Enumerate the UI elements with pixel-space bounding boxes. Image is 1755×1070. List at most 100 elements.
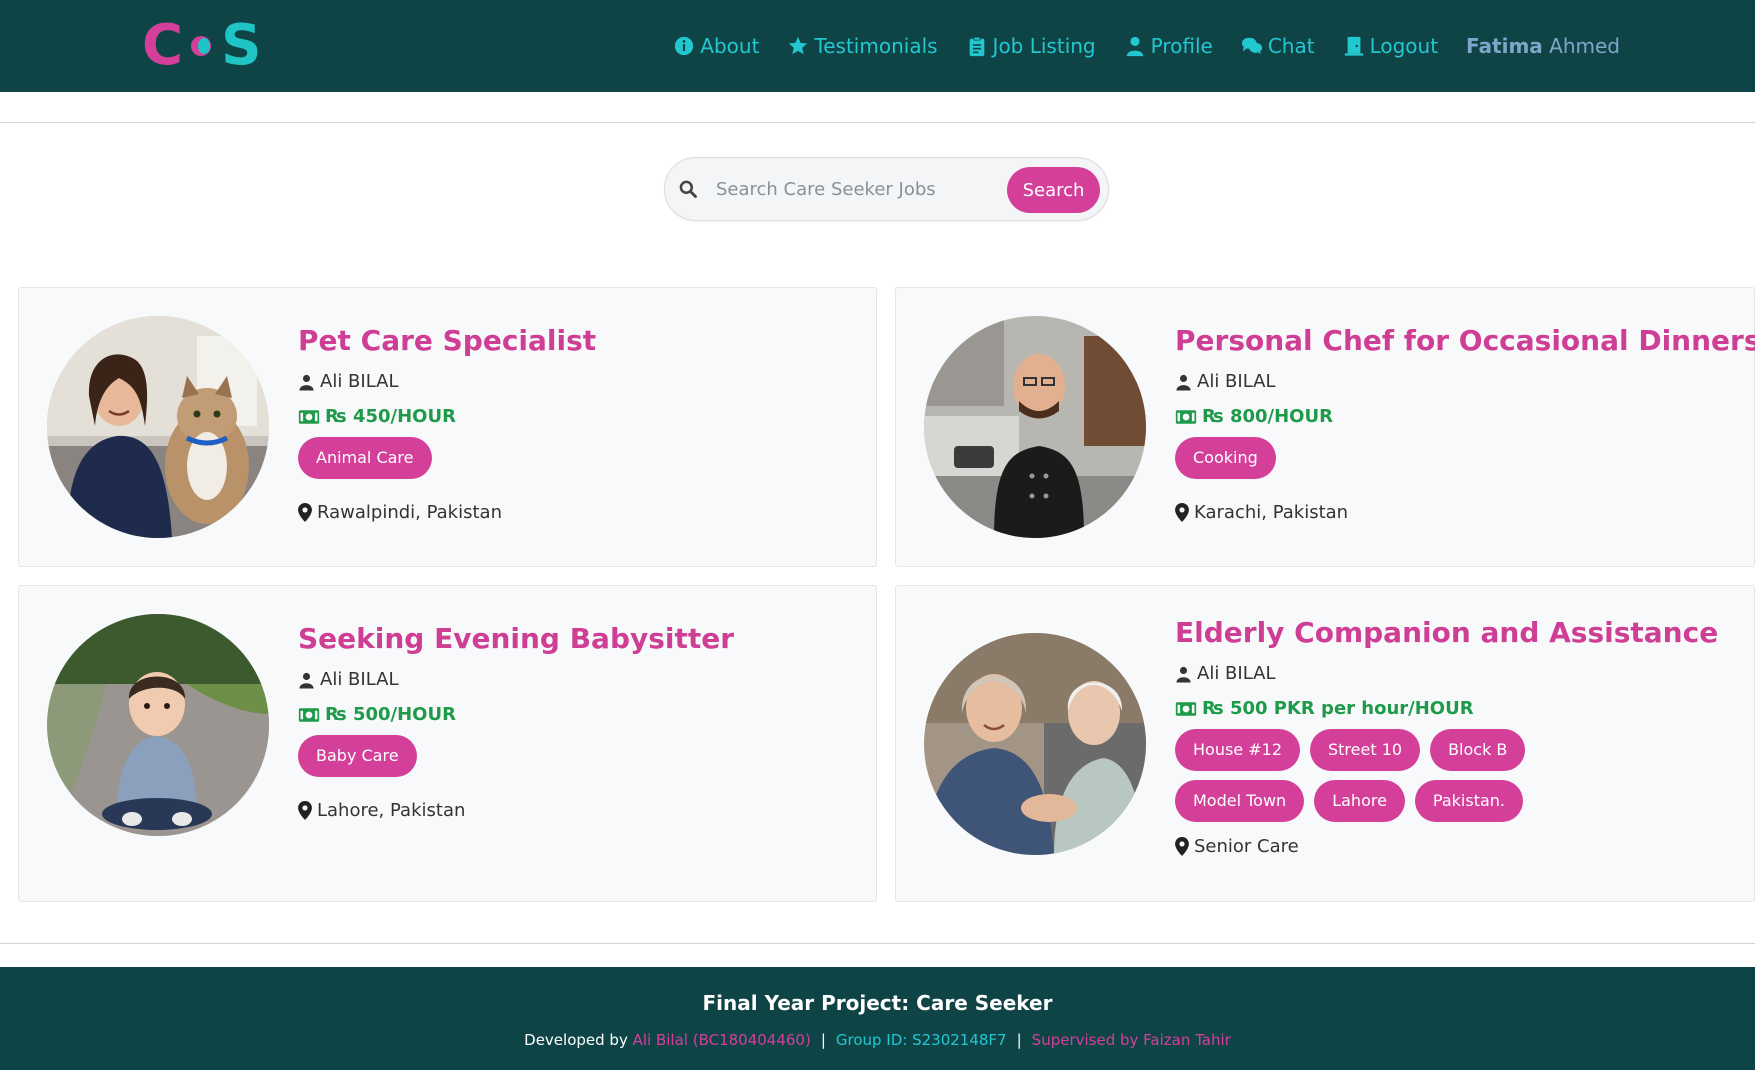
job-tag[interactable]: Pakistan.	[1414, 780, 1524, 822]
job-poster-name: Ali BILAL	[320, 371, 399, 392]
nav-job-listing-label: Job Listing	[992, 34, 1096, 58]
job-rate: ₨ 450/HOUR	[298, 406, 866, 427]
money-bill-icon	[1175, 701, 1197, 716]
job-rate-value: ₨ 800/HOUR	[1202, 406, 1333, 427]
nav-profile[interactable]: Profile	[1124, 34, 1213, 58]
footer-supervisor: Supervised by Faizan Tahir	[1031, 1031, 1231, 1049]
job-info: Elderly Companion and Assistance Ali BIL…	[1175, 616, 1744, 857]
nav-testimonials[interactable]: Testimonials	[787, 34, 938, 58]
brand-logo[interactable]: C S	[142, 14, 261, 78]
map-pin-icon	[1175, 503, 1189, 522]
nav-job-listing[interactable]: Job Listing	[966, 34, 1096, 58]
job-location-text: Rawalpindi, Pakistan	[317, 502, 502, 523]
job-photo-pet-care	[47, 316, 269, 538]
logo-dot-icon	[189, 34, 215, 58]
user-icon	[299, 374, 314, 390]
job-location: Karachi, Pakistan	[1175, 502, 1744, 523]
job-tags: House #12 Street 10 Block B Model Town L…	[1175, 729, 1645, 831]
nav-logout[interactable]: Logout	[1343, 34, 1438, 58]
job-photo-baby	[47, 614, 269, 836]
map-pin-icon	[298, 801, 312, 820]
search-input[interactable]	[716, 178, 1006, 200]
footer-developer: Ali Bilal (BC180404460)	[632, 1031, 811, 1049]
job-title[interactable]: Pet Care Specialist	[298, 324, 866, 357]
job-location: Senior Care	[1175, 836, 1744, 857]
search-icon	[679, 180, 697, 198]
job-card[interactable]: Elderly Companion and Assistance Ali BIL…	[895, 585, 1755, 902]
job-title[interactable]: Personal Chef for Occasional Dinners	[1175, 324, 1755, 357]
nav-profile-label: Profile	[1150, 34, 1213, 58]
footer-group-id: Group ID: S2302148F7	[835, 1031, 1007, 1049]
door-exit-icon	[1344, 36, 1363, 56]
footer-credits: Developed by Ali Bilal (BC180404460) | Gro…	[0, 1031, 1755, 1049]
footer-title: Final Year Project: Care Seeker	[702, 991, 1053, 1015]
logo-letter-c: C	[142, 13, 184, 78]
job-location: Lahore, Pakistan	[298, 800, 866, 821]
job-rate: ₨ 800/HOUR	[1175, 406, 1744, 427]
logo-letter-s: S	[221, 13, 262, 78]
footer-separator: |	[820, 1031, 826, 1049]
divider-top	[0, 122, 1755, 123]
job-info: Personal Chef for Occasional Dinners Ali…	[1175, 324, 1755, 523]
map-pin-icon	[1175, 837, 1189, 856]
user-icon	[1176, 374, 1191, 390]
top-navbar: C S About Testimonials Job Listing Profi…	[0, 0, 1755, 92]
job-tags: Cooking	[1175, 437, 1744, 488]
main-nav: About Testimonials Job Listing Profile C…	[645, 0, 1620, 92]
comments-icon	[1241, 37, 1262, 55]
job-tags: Baby Care	[298, 735, 866, 786]
job-poster: Ali BILAL	[298, 669, 866, 690]
job-poster: Ali BILAL	[1175, 371, 1744, 392]
job-title[interactable]: Seeking Evening Babysitter	[298, 622, 866, 655]
money-bill-icon	[298, 707, 320, 722]
nav-chat-label: Chat	[1267, 34, 1315, 58]
job-card[interactable]: Seeking Evening Babysitter Ali BILAL ₨ 5…	[18, 585, 877, 902]
divider-bottom	[0, 943, 1755, 944]
job-tags: Animal Care	[298, 437, 866, 488]
job-card[interactable]: Personal Chef for Occasional Dinners Ali…	[895, 287, 1755, 567]
star-icon	[789, 36, 808, 55]
nav-logout-label: Logout	[1369, 34, 1439, 58]
money-bill-icon	[298, 409, 320, 424]
current-user-last: Ahmed	[1542, 34, 1620, 58]
user-icon	[1176, 666, 1191, 682]
job-location-text: Karachi, Pakistan	[1194, 502, 1349, 523]
nav-about-label: About	[700, 34, 760, 58]
nav-testimonials-label: Testimonials	[814, 34, 938, 58]
job-title[interactable]: Elderly Companion and Assistance	[1175, 616, 1744, 649]
clipboard-icon	[969, 36, 984, 57]
job-tag[interactable]: Block B	[1430, 729, 1526, 771]
current-user-first: Fatima	[1466, 34, 1543, 58]
job-tag[interactable]: Baby Care	[298, 735, 417, 777]
job-info: Seeking Evening Babysitter Ali BILAL ₨ 5…	[298, 622, 866, 821]
job-rate: ₨ 500/HOUR	[298, 704, 866, 725]
job-tag[interactable]: Street 10	[1310, 729, 1421, 771]
job-rate-value: ₨ 500/HOUR	[325, 704, 456, 725]
user-icon	[299, 672, 314, 688]
job-location-text: Senior Care	[1194, 836, 1299, 857]
nav-chat[interactable]: Chat	[1241, 34, 1315, 58]
user-icon	[1126, 36, 1143, 57]
current-user[interactable]: Fatima Ahmed	[1466, 34, 1620, 58]
job-rate-value: ₨ 500 PKR per hour/HOUR	[1202, 698, 1474, 719]
search-button[interactable]: Search	[1007, 167, 1100, 213]
job-photo-elderly	[924, 633, 1146, 855]
job-tag[interactable]: House #12	[1175, 729, 1300, 771]
job-location: Rawalpindi, Pakistan	[298, 502, 866, 523]
job-tag[interactable]: Lahore	[1314, 780, 1405, 822]
job-tag[interactable]: Animal Care	[298, 437, 432, 479]
money-bill-icon	[1175, 409, 1197, 424]
job-rate: ₨ 500 PKR per hour/HOUR	[1175, 698, 1744, 719]
job-tag[interactable]: Model Town	[1175, 780, 1305, 822]
job-rate-value: ₨ 450/HOUR	[325, 406, 456, 427]
job-photo-chef	[924, 316, 1146, 538]
job-info: Pet Care Specialist Ali BILAL ₨ 450/HOUR…	[298, 324, 866, 523]
job-card[interactable]: Pet Care Specialist Ali BILAL ₨ 450/HOUR…	[18, 287, 877, 567]
info-circle-icon	[675, 36, 694, 56]
nav-about[interactable]: About	[673, 34, 759, 58]
job-poster-name: Ali BILAL	[1197, 663, 1276, 684]
footer-developed-prefix: Developed by	[524, 1031, 633, 1049]
site-footer: Final Year Project: Care Seeker Develope…	[0, 967, 1755, 1070]
footer-separator: |	[1016, 1031, 1022, 1049]
job-tag[interactable]: Cooking	[1175, 437, 1276, 479]
